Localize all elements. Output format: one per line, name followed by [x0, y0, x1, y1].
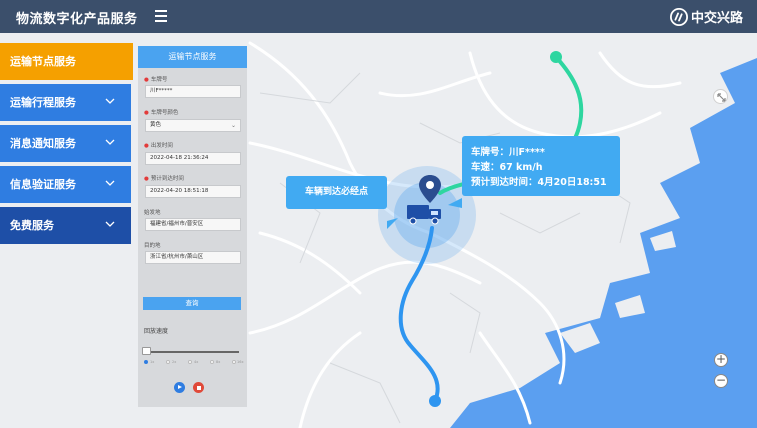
sidebar-item-transport-node[interactable]: 运输节点服务 [0, 43, 133, 80]
playback-thumb[interactable] [142, 347, 151, 355]
chevron-down-icon [105, 139, 115, 145]
sidebar-nav: 运输节点服务 运输行程服务 消息通知服务 信息验证服务 免费服务 [0, 43, 133, 248]
brand: 中交兴路 [669, 7, 743, 26]
zoom-out-button[interactable]: − [714, 374, 728, 388]
zoom-in-button[interactable]: + [714, 353, 728, 367]
sidebar-item-label: 运输行程服务 [10, 96, 76, 109]
vehicle-plate: 车牌号：川F**** [471, 147, 545, 158]
origin-input[interactable]: 福建省/福州市/晋安区 [145, 218, 241, 231]
chevron-down-icon [105, 180, 115, 186]
play-icon[interactable] [174, 382, 185, 393]
speed-options: 1x 2x 4x 8x 16x [144, 360, 244, 368]
route-start-marker[interactable] [429, 395, 441, 407]
expand-icon[interactable] [713, 89, 728, 104]
chevron-down-icon [105, 98, 115, 104]
playback-track[interactable] [145, 351, 239, 353]
vehicle-eta: 预计到达时间：4月20日18:51 [471, 177, 607, 188]
waypoint-callout: 车辆到达必经点 [286, 176, 387, 209]
chevron-down-icon [105, 221, 115, 227]
app-title: 物流数字化产品服务 [16, 12, 138, 27]
speed-option[interactable] [166, 360, 170, 364]
destination-input[interactable]: 浙江省/杭州市/萧山区 [145, 251, 241, 264]
speed-option[interactable] [210, 360, 214, 364]
destination-label: 目的地 [144, 243, 161, 249]
speed-option[interactable] [188, 360, 192, 364]
sidebar-item-transport-trip[interactable]: 运输行程服务 [0, 84, 131, 121]
vehicle-info-callout: 车牌号：川F**** 车速：67 km/h 预计到达时间：4月20日18:51 [462, 136, 620, 196]
depart-time-input[interactable]: 2022-04-18 21:36:24 [145, 152, 241, 165]
playback-speed-label: 回放速度 [144, 328, 169, 335]
depart-time-label: ● 出发时间 [144, 143, 173, 149]
speed-option-label: 8x [216, 360, 221, 364]
speed-option-label: 4x [194, 360, 199, 364]
stop-icon[interactable] [193, 382, 204, 393]
speed-option[interactable] [232, 360, 236, 364]
sidebar-item-label: 消息通知服务 [10, 137, 76, 150]
plate-color-select[interactable]: 黄色 ⌄ [145, 119, 241, 132]
brand-logo-icon [669, 7, 688, 26]
eta-label: ● 预计到达时间 [144, 176, 184, 182]
query-panel: 运输节点服务 ● 车牌号 川F***** ● 车牌号颜色 黄色 ⌄ ● 出发时间 202… [138, 46, 247, 407]
query-button[interactable]: 查询 [143, 297, 241, 310]
sidebar-item-message[interactable]: 消息通知服务 [0, 125, 131, 162]
origin-label: 始发地 [144, 210, 161, 216]
eta-input[interactable]: 2022-04-20 18:51:18 [145, 185, 241, 198]
vehicle-speed: 车速：67 km/h [471, 162, 543, 173]
plate-label: ● 车牌号 [144, 77, 168, 83]
plate-input[interactable]: 川F***** [145, 85, 241, 98]
chevron-down-icon: ⌄ [230, 122, 236, 129]
speed-option[interactable] [144, 360, 148, 364]
sidebar-item-free[interactable]: 免费服务 [0, 207, 131, 244]
sidebar-item-verification[interactable]: 信息验证服务 [0, 166, 131, 203]
sidebar-item-label: 运输节点服务 [10, 55, 76, 68]
app-root: 物流数字化产品服务 中交兴路 + − 车辆到达必经点 车牌号：川F**** 车速… [0, 0, 757, 428]
brand-name: 中交兴路 [690, 11, 743, 26]
top-header: 物流数字化产品服务 中交兴路 [0, 0, 757, 33]
sidebar-item-label: 信息验证服务 [10, 178, 76, 191]
route-end-marker[interactable] [550, 51, 562, 63]
panel-title: 运输节点服务 [138, 46, 247, 68]
speed-option-label: 16x [237, 360, 244, 364]
plate-color-label: ● 车牌号颜色 [144, 110, 179, 116]
speed-option-label: 2x [172, 360, 177, 364]
speed-option-label: 1x [150, 360, 155, 364]
sidebar-item-label: 免费服务 [10, 219, 54, 232]
hamburger-icon[interactable] [155, 10, 167, 22]
